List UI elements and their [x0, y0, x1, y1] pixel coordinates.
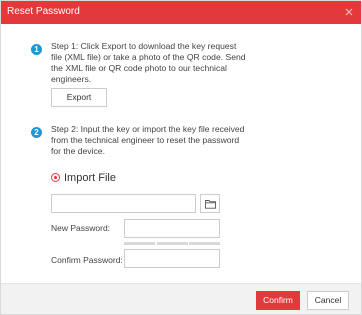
- dialog-title: Reset Password: [7, 6, 80, 17]
- folder-icon: [205, 200, 216, 209]
- import-file-radio[interactable]: [51, 173, 60, 182]
- close-button[interactable]: [342, 5, 356, 19]
- strength-segment: [124, 242, 155, 245]
- password-strength-meter: [124, 242, 220, 245]
- step-1-line: the XML file or QR code photo to our tec…: [51, 63, 227, 73]
- step-1-line: file (XML file) or take a photo of the Q…: [51, 52, 246, 62]
- step-2-line: Step 2: Input the key or import the key …: [51, 124, 245, 134]
- step-1-text: Step 1: Click Export to download the key…: [51, 41, 256, 85]
- import-file-label: Import File: [64, 172, 116, 184]
- cancel-button[interactable]: Cancel: [307, 291, 349, 310]
- strength-segment: [156, 242, 188, 245]
- step-2-line: for the device.: [51, 146, 105, 156]
- dialog-titlebar: Reset Password: [1, 1, 361, 24]
- file-path-input[interactable]: [51, 194, 196, 213]
- step-2-badge: 2: [31, 127, 42, 138]
- step-2-line: from the technical engineer to reset the…: [51, 135, 240, 145]
- confirm-button[interactable]: Confirm: [256, 291, 300, 310]
- new-password-input[interactable]: [124, 219, 220, 238]
- step-2-text: Step 2: Input the key or import the key …: [51, 124, 256, 157]
- strength-segment: [189, 242, 220, 245]
- close-icon: [345, 8, 353, 16]
- confirm-password-input[interactable]: [124, 249, 220, 268]
- step-1-line: Step 1: Click Export to download the key…: [51, 41, 237, 51]
- radio-selected-dot: [54, 176, 57, 179]
- confirm-password-label: Confirm Password:: [51, 255, 123, 265]
- export-button[interactable]: Export: [51, 88, 107, 107]
- new-password-label: New Password:: [51, 223, 111, 233]
- browse-file-button[interactable]: [200, 194, 220, 213]
- step-1-line: engineers.: [51, 74, 92, 84]
- step-1-badge: 1: [31, 44, 42, 55]
- reset-password-dialog: Reset Password 1 Step 1: Click Export to…: [0, 0, 362, 315]
